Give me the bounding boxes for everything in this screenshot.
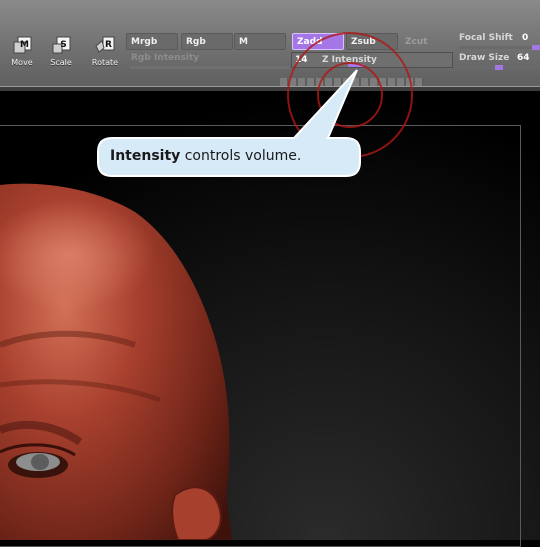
- head-model: [0, 183, 232, 540]
- brush-cursor: [287, 32, 413, 158]
- sculpt-viewport[interactable]: [0, 0, 540, 540]
